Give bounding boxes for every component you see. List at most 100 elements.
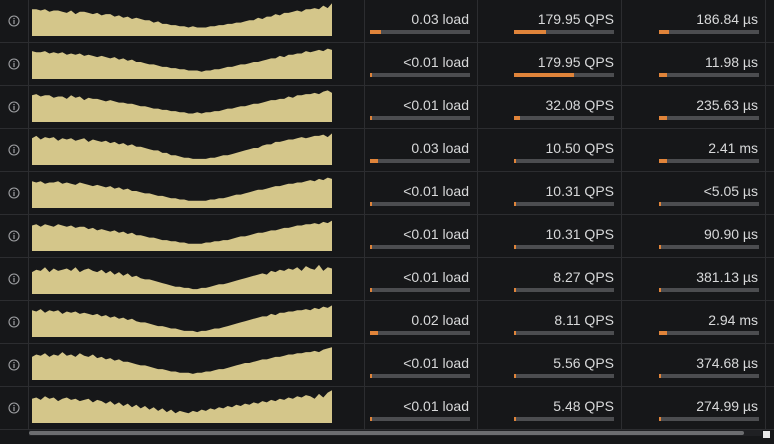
qps-value: 5.56 QPS — [553, 355, 614, 371]
qps-bar — [514, 245, 614, 249]
info-cell — [0, 0, 29, 42]
info-icon[interactable] — [8, 273, 20, 285]
load-value: <0.01 load — [403, 355, 469, 371]
table-row: <0.01 load 179.95 QPS 11.98 µs — [0, 43, 774, 86]
resize-handle[interactable] — [763, 431, 770, 438]
info-icon[interactable] — [8, 144, 20, 156]
latency-bar-fill — [659, 30, 669, 34]
sparkline-cell — [29, 344, 365, 386]
sparkline-cell — [29, 215, 365, 257]
sparkline-cell — [29, 301, 365, 343]
sparkline-chart — [32, 264, 332, 294]
qps-bar-fill — [514, 245, 516, 249]
info-icon[interactable] — [8, 402, 20, 414]
load-cell: 0.02 load — [365, 301, 478, 343]
qps-cell: 8.27 QPS — [478, 258, 622, 300]
sparkline-chart — [32, 220, 332, 251]
latency-cell: 374.68 µs — [622, 344, 766, 386]
info-icon[interactable] — [8, 58, 20, 70]
sparkline-chart — [32, 390, 332, 423]
latency-cell: 274.99 µs — [622, 387, 766, 429]
sparkline-cell — [29, 43, 365, 85]
info-icon[interactable] — [8, 230, 20, 242]
info-cell — [0, 344, 29, 386]
info-icon[interactable] — [8, 359, 20, 371]
info-cell — [0, 387, 29, 429]
info-icon[interactable] — [8, 15, 20, 27]
latency-bar — [659, 30, 759, 34]
load-bar — [370, 73, 470, 77]
load-cell: <0.01 load — [365, 86, 478, 128]
qps-bar-fill — [514, 116, 520, 120]
table-row: <0.01 load 5.48 QPS 274.99 µs — [0, 387, 774, 430]
info-icon[interactable] — [8, 187, 20, 199]
sparkline-area — [32, 347, 332, 380]
sparkline-area — [32, 48, 332, 79]
latency-bar-fill — [659, 374, 661, 378]
load-bar-fill — [370, 331, 378, 335]
sparkline-cell — [29, 172, 365, 214]
load-bar-fill — [370, 116, 372, 120]
sparkline-cell — [29, 0, 365, 42]
qps-bar-fill — [514, 159, 516, 163]
load-value: <0.01 load — [403, 183, 469, 199]
latency-bar-fill — [659, 288, 661, 292]
qps-cell: 8.11 QPS — [478, 301, 622, 343]
load-bar — [370, 202, 470, 206]
load-bar — [370, 159, 470, 163]
load-bar — [370, 288, 470, 292]
table-row: 0.03 load 179.95 QPS 186.84 µs — [0, 0, 774, 43]
latency-bar-fill — [659, 331, 667, 335]
latency-bar — [659, 159, 759, 163]
load-bar-fill — [370, 30, 381, 34]
load-bar — [370, 116, 470, 120]
qps-bar-fill — [514, 202, 516, 206]
horizontal-scrollbar[interactable] — [29, 430, 762, 436]
info-cell — [0, 86, 29, 128]
table-row: 0.03 load 10.50 QPS 2.41 ms — [0, 129, 774, 172]
load-bar-fill — [370, 245, 372, 249]
table-row: <0.01 load 10.31 QPS 90.90 µs — [0, 215, 774, 258]
qps-bar-fill — [514, 417, 516, 421]
qps-value: 5.48 QPS — [553, 398, 614, 414]
load-bar-fill — [370, 288, 372, 292]
load-cell: <0.01 load — [365, 258, 478, 300]
qps-value: 10.50 QPS — [545, 140, 615, 156]
latency-bar — [659, 331, 759, 335]
load-cell: <0.01 load — [365, 172, 478, 214]
sparkline-chart — [32, 133, 332, 165]
load-value: <0.01 load — [403, 398, 469, 414]
load-value: 0.02 load — [411, 312, 469, 328]
qps-bar — [514, 159, 614, 163]
qps-bar — [514, 288, 614, 292]
latency-value: 381.13 µs — [696, 269, 758, 285]
sparkline-cell — [29, 387, 365, 429]
qps-bar-fill — [514, 331, 516, 335]
sparkline-area — [32, 305, 332, 337]
latency-value: 274.99 µs — [696, 398, 758, 414]
latency-bar — [659, 73, 759, 77]
sparkline-chart — [32, 3, 332, 36]
qps-cell: 179.95 QPS — [478, 0, 622, 42]
sparkline-area — [32, 264, 332, 294]
latency-cell: 2.41 ms — [622, 129, 766, 171]
latency-cell: 235.63 µs — [622, 86, 766, 128]
sparkline-area — [32, 133, 332, 165]
load-bar — [370, 417, 470, 421]
info-icon[interactable] — [8, 316, 20, 328]
sparkline-cell — [29, 129, 365, 171]
info-icon[interactable] — [8, 101, 20, 113]
table-row: <0.01 load 5.56 QPS 374.68 µs — [0, 344, 774, 387]
latency-cell: 90.90 µs — [622, 215, 766, 257]
scrollbar-thumb[interactable] — [29, 431, 744, 435]
qps-bar — [514, 417, 614, 421]
load-cell: <0.01 load — [365, 344, 478, 386]
qps-bar — [514, 331, 614, 335]
latency-cell: <5.05 µs — [622, 172, 766, 214]
latency-value: 90.90 µs — [704, 226, 758, 242]
latency-bar-fill — [659, 159, 667, 163]
info-cell — [0, 258, 29, 300]
services-table: 0.03 load 179.95 QPS 186.84 µs <0.01 load 17… — [0, 0, 774, 430]
latency-cell: 381.13 µs — [622, 258, 766, 300]
sparkline-area — [32, 177, 332, 208]
